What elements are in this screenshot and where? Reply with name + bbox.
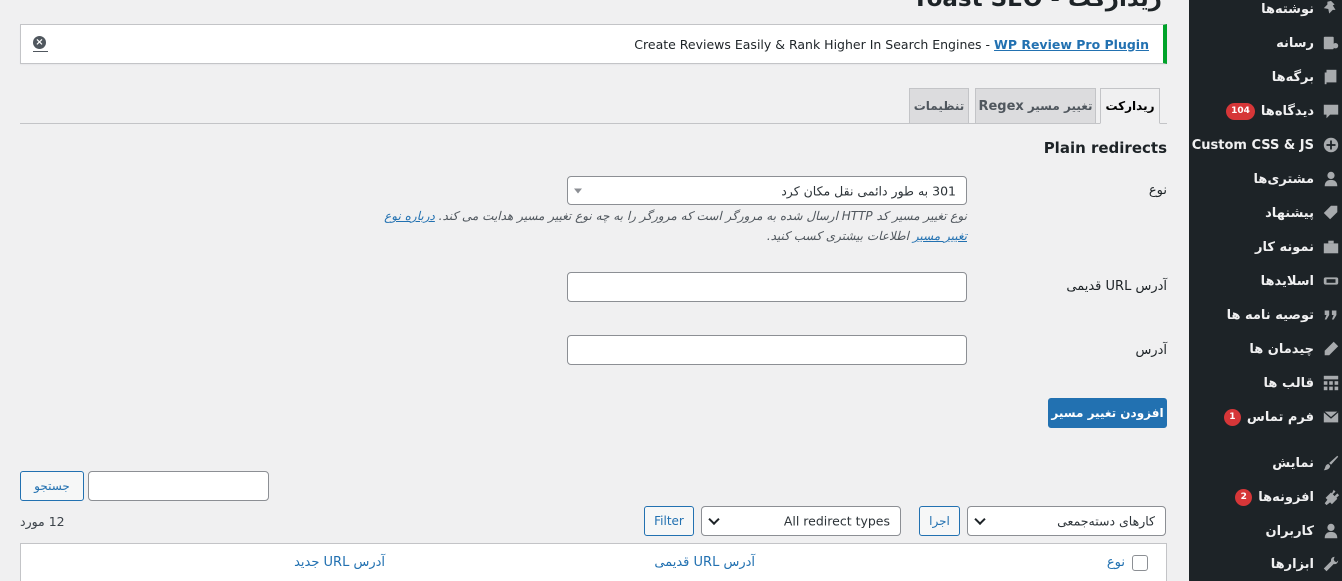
pages-icon [1320, 60, 1342, 94]
items-count: 12 مورد [20, 514, 65, 529]
comments-icon [1320, 94, 1342, 128]
contact-form-count-badge: 1 [1223, 408, 1241, 426]
add-redirect-button[interactable]: افزودن تغییر مسیر [1048, 398, 1167, 428]
sidebar-item-label: نوشته‌ها [1261, 1, 1314, 17]
tag-icon [1320, 196, 1342, 230]
redirect-type-help: نوع تغییر مسیر کد HTTP ارسال شده به مرور… [384, 209, 967, 243]
person-icon [1320, 162, 1342, 196]
redirect-type-filter-select[interactable]: All redirect types [701, 506, 901, 536]
envelope-icon [1320, 400, 1342, 434]
search-button[interactable]: جستجو [20, 471, 84, 501]
plugin-icon [1320, 480, 1342, 514]
sidebar-item-label: Custom CSS & JS [1191, 137, 1314, 153]
plugins-count-badge: 2 [1235, 488, 1253, 506]
sidebar-item-slides[interactable]: اسلایدها [1189, 264, 1342, 298]
sidebar-item-custom-css-js[interactable]: Custom CSS & JS [1189, 128, 1342, 162]
new-url-input[interactable] [567, 335, 967, 365]
sidebar-item-plugins[interactable]: افزونه‌ها2 [1189, 480, 1342, 514]
sidebar-item-label: نمونه کار [1255, 239, 1314, 255]
sidebar-item-users[interactable]: کاربران [1189, 514, 1342, 548]
column-type[interactable]: نوع [1107, 555, 1125, 570]
sidebar-item-layouts[interactable]: چیدمان ها [1189, 332, 1342, 366]
sidebar-item-appearance[interactable]: نمایش [1189, 446, 1342, 480]
sidebar-item-label: رسانه [1276, 35, 1314, 51]
wrench-icon [1320, 547, 1342, 581]
sidebar-item-pages[interactable]: برگه‌ها [1189, 60, 1342, 94]
select-all-checkbox[interactable] [1132, 555, 1148, 571]
sidebar-item-testimonials[interactable]: توصیه نامه ها [1189, 298, 1342, 332]
sidebar-item-label: برگه‌ها [1271, 69, 1314, 85]
chevron-down-icon [708, 513, 720, 526]
bulk-actions-select[interactable]: کارهای دسته‌جمعی [967, 506, 1166, 536]
sidebar-item-media[interactable]: رسانه [1189, 26, 1342, 60]
plus-circle-icon [1320, 128, 1342, 162]
pencil-icon [1320, 332, 1342, 366]
tab-settings[interactable]: تنظیمات [909, 88, 969, 124]
close-icon: × [33, 36, 46, 49]
review-pro-plugin-link[interactable]: WP Review Pro Plugin [994, 37, 1149, 52]
tab-regex-redirects[interactable]: تغییر مسیر Regex [975, 88, 1096, 124]
pin-icon [1320, 0, 1342, 26]
sidebar-item-templates[interactable]: قالب ها [1189, 366, 1342, 400]
brush-icon [1320, 446, 1342, 480]
filter-button[interactable]: Filter [644, 506, 694, 536]
comments-count-badge: 104 [1226, 102, 1255, 120]
sidebar-item-label: قالب ها [1263, 375, 1314, 391]
tab-redirects[interactable]: ریدارکت [1100, 88, 1160, 124]
sidebar-item-tools[interactable]: ابزارها [1189, 547, 1342, 581]
section-title: Plain redirects [1043, 139, 1167, 157]
sidebar-item-customers[interactable]: مشتری‌ها [1189, 162, 1342, 196]
sidebar-item-label: مشتری‌ها [1253, 171, 1314, 187]
type-label: نوع [1148, 183, 1167, 198]
notice-text: Create Reviews Easily & Rank Higher In S… [634, 37, 1149, 52]
redirect-type-select[interactable]: 301 به طور دائمی نقل مکان کرد [567, 176, 967, 205]
slides-icon [1320, 264, 1342, 298]
old-url-input[interactable] [567, 272, 967, 302]
column-old-url[interactable]: آدرس URL قدیمی [654, 555, 755, 570]
sidebar-item-label: کاربران [1265, 523, 1314, 539]
search-input[interactable] [88, 471, 269, 501]
sidebar-item-label: چیدمان ها [1249, 341, 1314, 357]
old-url-label: آدرس URL قدیمی [1066, 279, 1167, 294]
caret-down-icon [574, 188, 582, 193]
portfolio-icon [1320, 230, 1342, 264]
sidebar-item-portfolio[interactable]: نمونه کار [1189, 230, 1342, 264]
quote-icon [1320, 298, 1342, 332]
new-url-label: آدرس [1135, 343, 1167, 358]
promo-notice: × Create Reviews Easily & Rank Higher In… [20, 24, 1167, 64]
sidebar-item-contact-form[interactable]: فرم تماس1 [1189, 400, 1342, 434]
chevron-down-icon [974, 513, 986, 526]
admin-sidebar: نوشته‌ها رسانه برگه‌ها دیدگاه‌ها104 Cust… [1189, 0, 1342, 581]
sidebar-item-label: دیدگاه‌ها104 [1226, 102, 1314, 120]
sidebar-item-label: پیشنهاد [1265, 205, 1314, 221]
sidebar-item-offers[interactable]: پیشنهاد [1189, 196, 1342, 230]
sidebar-item-label: فرم تماس1 [1223, 408, 1314, 426]
dismiss-notice-button[interactable]: × [33, 36, 48, 53]
sidebar-item-label: توصیه نامه ها [1226, 307, 1314, 323]
page-title: ریدارکت - Yoast SEO [912, 0, 1162, 12]
sidebar-item-label: نمایش [1272, 455, 1314, 471]
sidebar-item-posts[interactable]: نوشته‌ها [1189, 0, 1342, 26]
column-new-url[interactable]: آدرس URL جدید [294, 555, 385, 570]
grid-icon [1320, 366, 1342, 400]
sidebar-item-comments[interactable]: دیدگاه‌ها104 [1189, 94, 1342, 128]
apply-bulk-button[interactable]: اجرا [919, 506, 960, 536]
media-icon [1320, 26, 1342, 60]
sidebar-item-label: اسلایدها [1260, 273, 1314, 289]
redirects-table: نوع آدرس URL قدیمی آدرس URL جدید [20, 543, 1167, 581]
sidebar-item-label: ابزارها [1270, 556, 1314, 572]
sidebar-item-label: افزونه‌ها2 [1235, 488, 1314, 506]
users-icon [1320, 514, 1342, 548]
